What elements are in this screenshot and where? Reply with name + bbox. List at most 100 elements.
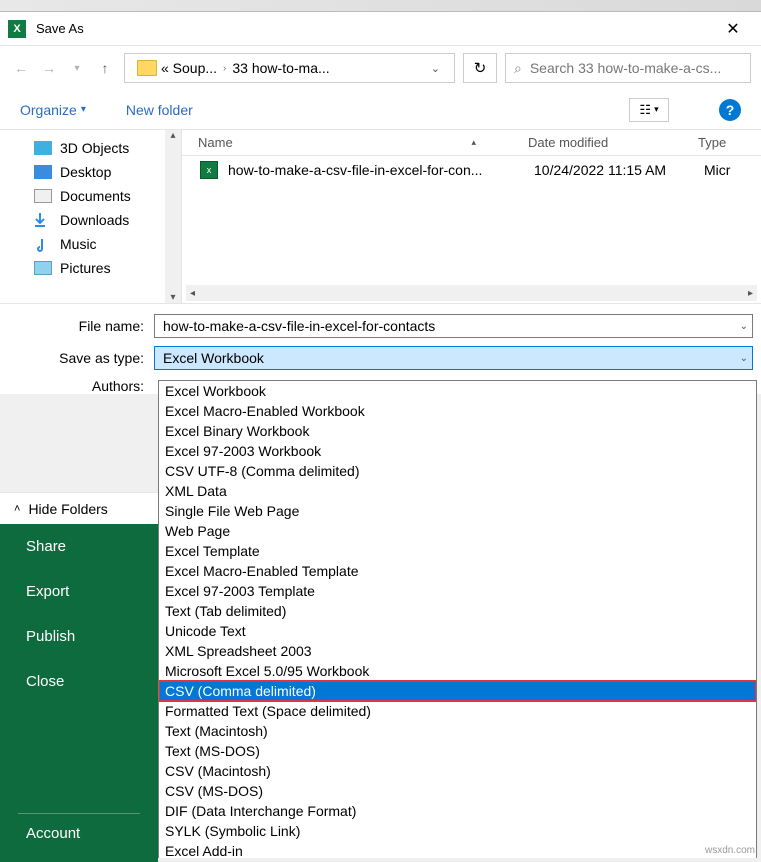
search-icon: ⌕	[514, 60, 522, 77]
scroll-right-icon[interactable]: ▸	[748, 288, 753, 299]
new-folder-button[interactable]: New folder	[126, 102, 193, 118]
type-option[interactable]: Excel Macro-Enabled Template	[159, 561, 756, 581]
refresh-button[interactable]: ↻	[463, 53, 497, 83]
filename-input[interactable]: how-to-make-a-csv-file-in-excel-for-cont…	[154, 314, 753, 338]
file-type: Micr	[688, 162, 730, 178]
chevron-right-icon: ›	[223, 63, 226, 74]
type-option[interactable]: Excel Template	[159, 541, 756, 561]
hide-folders-button[interactable]: ˄ Hide Folders	[0, 492, 158, 524]
nav-row: ← → ▾ ↑ « Soup... › 33 how-to-ma... ⌄ ↻ …	[0, 46, 761, 90]
folder-tree: 3D Objects Desktop Documents Downloads M…	[0, 130, 182, 303]
save-as-type-dropdown[interactable]: Excel WorkbookExcel Macro-Enabled Workbo…	[158, 380, 757, 858]
save-as-type-select[interactable]: Excel Workbook⌄	[154, 346, 753, 370]
chevron-down-icon: ▾	[654, 104, 659, 115]
sidebar-item-publish[interactable]: Publish	[0, 614, 158, 659]
type-option[interactable]: SYLK (Symbolic Link)	[159, 821, 756, 841]
tree-item-downloads[interactable]: Downloads	[0, 208, 181, 232]
refresh-icon: ↻	[474, 59, 487, 77]
type-option[interactable]: Unicode Text	[159, 621, 756, 641]
column-type[interactable]: Type	[682, 135, 761, 150]
sidebar-item-close[interactable]: Close	[0, 659, 158, 704]
tree-scrollbar[interactable]: ▴▾	[165, 130, 181, 303]
type-option[interactable]: CSV UTF-8 (Comma delimited)	[159, 461, 756, 481]
tree-item-documents[interactable]: Documents	[0, 184, 181, 208]
3d-objects-icon	[34, 141, 52, 155]
tree-item-music[interactable]: Music	[0, 232, 181, 256]
type-option[interactable]: CSV (Macintosh)	[159, 761, 756, 781]
folder-icon	[137, 60, 157, 76]
background-app-strip	[0, 0, 761, 12]
sidebar-divider	[18, 813, 140, 814]
type-option[interactable]: Formatted Text (Space delimited)	[159, 701, 756, 721]
type-option[interactable]: Web Page	[159, 521, 756, 541]
type-option[interactable]: Excel Workbook	[159, 381, 756, 401]
type-option[interactable]: Text (Tab delimited)	[159, 601, 756, 621]
chevron-down-icon[interactable]: ⌄	[740, 321, 748, 332]
tree-item-desktop[interactable]: Desktop	[0, 160, 181, 184]
file-name: how-to-make-a-csv-file-in-excel-for-con.…	[228, 162, 518, 178]
type-option[interactable]: Microsoft Excel 5.0/95 Workbook	[159, 661, 756, 681]
scroll-up-icon[interactable]: ▴	[170, 130, 175, 141]
type-option[interactable]: Excel 97-2003 Workbook	[159, 441, 756, 461]
authors-label: Authors:	[24, 378, 154, 394]
view-mode-button[interactable]: ☷▾	[629, 98, 669, 122]
close-button[interactable]: ✕	[713, 19, 753, 39]
nav-dropdown-icon[interactable]: ▾	[66, 63, 88, 74]
type-option[interactable]: DIF (Data Interchange Format)	[159, 801, 756, 821]
downloads-icon	[34, 213, 52, 227]
type-option[interactable]: CSV (MS-DOS)	[159, 781, 756, 801]
column-headers: Name▴ Date modified Type	[182, 130, 761, 156]
toolbar: Organize▾ New folder ☷▾ ?	[0, 90, 761, 130]
music-icon	[34, 237, 52, 251]
titlebar: X Save As ✕	[0, 12, 761, 46]
organize-button[interactable]: Organize▾	[20, 102, 86, 118]
breadcrumb-part[interactable]: 33 how-to-ma...	[232, 60, 329, 76]
type-option[interactable]: Text (Macintosh)	[159, 721, 756, 741]
search-input[interactable]: ⌕ Search 33 how-to-make-a-cs...	[505, 53, 751, 83]
sort-up-icon: ▴	[471, 137, 476, 148]
sidebar-item-account[interactable]: Account	[0, 815, 106, 852]
desktop-icon	[34, 165, 52, 179]
sidebar-item-export[interactable]: Export	[0, 569, 158, 614]
sidebar-item-share[interactable]: Share	[0, 524, 158, 569]
type-option[interactable]: Excel Macro-Enabled Workbook	[159, 401, 756, 421]
type-option[interactable]: Excel 97-2003 Template	[159, 581, 756, 601]
column-date[interactable]: Date modified	[512, 135, 682, 150]
breadcrumb-part[interactable]: « Soup...	[161, 60, 217, 76]
type-option[interactable]: Excel Binary Workbook	[159, 421, 756, 441]
file-browser: 3D Objects Desktop Documents Downloads M…	[0, 130, 761, 304]
save-as-type-label: Save as type:	[24, 350, 154, 366]
tree-item-pictures[interactable]: Pictures	[0, 256, 181, 280]
chevron-up-icon: ˄	[14, 503, 20, 515]
excel-file-icon: x	[200, 161, 218, 179]
documents-icon	[34, 189, 52, 203]
type-option[interactable]: CSV (Comma delimited)	[159, 681, 756, 701]
excel-app-icon: X	[8, 20, 26, 38]
backstage-sidebar: Share Export Publish Close Account	[0, 524, 158, 862]
type-option[interactable]: Excel Add-in	[159, 841, 756, 858]
type-option[interactable]: XML Spreadsheet 2003	[159, 641, 756, 661]
scroll-left-icon[interactable]: ◂	[190, 288, 195, 299]
file-list: Name▴ Date modified Type x how-to-make-a…	[182, 130, 761, 303]
chevron-down-icon: ▾	[81, 104, 86, 115]
address-bar[interactable]: « Soup... › 33 how-to-ma... ⌄	[124, 53, 455, 83]
nav-forward-icon[interactable]: →	[38, 60, 60, 76]
file-row[interactable]: x how-to-make-a-csv-file-in-excel-for-co…	[182, 156, 761, 184]
type-option[interactable]: XML Data	[159, 481, 756, 501]
tree-item-3d-objects[interactable]: 3D Objects	[0, 136, 181, 160]
nav-back-icon[interactable]: ←	[10, 60, 32, 76]
file-date: 10/24/2022 11:15 AM	[518, 162, 688, 178]
chevron-down-icon[interactable]: ⌄	[423, 62, 448, 75]
nav-up-icon[interactable]: ↑	[94, 60, 116, 76]
scroll-down-icon[interactable]: ▾	[170, 292, 175, 303]
window-title: Save As	[36, 21, 713, 36]
filename-label: File name:	[24, 318, 154, 334]
type-option[interactable]: Single File Web Page	[159, 501, 756, 521]
chevron-down-icon[interactable]: ⌄	[740, 353, 748, 364]
help-button[interactable]: ?	[719, 99, 741, 121]
horizontal-scrollbar[interactable]: ◂▸	[186, 285, 757, 301]
type-option[interactable]: Text (MS-DOS)	[159, 741, 756, 761]
pictures-icon	[34, 261, 52, 275]
search-placeholder: Search 33 how-to-make-a-cs...	[530, 60, 721, 76]
column-name[interactable]: Name▴	[182, 135, 512, 150]
